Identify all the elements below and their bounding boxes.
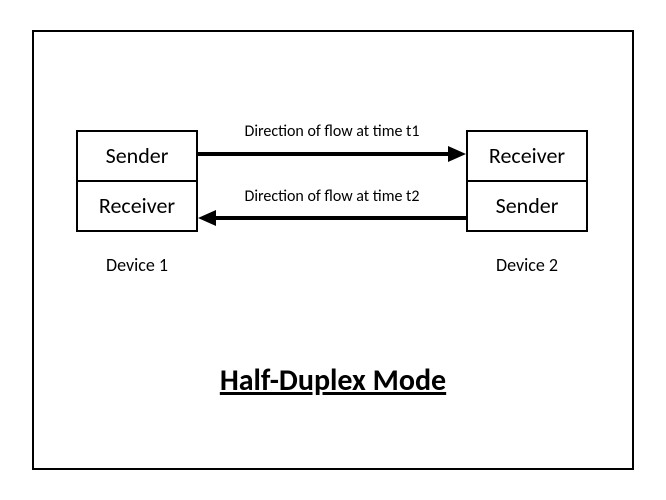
device1-top-cell: Sender	[76, 130, 198, 182]
device1-bottom-role: Receiver	[99, 195, 175, 217]
device2-bottom-role: Sender	[496, 195, 559, 217]
device2-top-cell: Receiver	[466, 130, 588, 182]
device1-bottom-cell: Receiver	[76, 180, 198, 232]
device2-top-role: Receiver	[489, 145, 565, 167]
flow-label-t1: Direction of flow at time t1	[198, 122, 466, 141]
diagram-title: Half-Duplex Mode	[34, 362, 632, 399]
device1-label: Device 1	[76, 254, 198, 276]
device2-label: Device 2	[466, 254, 588, 276]
device2-bottom-cell: Sender	[466, 180, 588, 232]
flow-label-t2: Direction of flow at time t2	[198, 187, 466, 206]
arrow-right-icon	[198, 144, 466, 164]
arrow-left-icon	[198, 208, 466, 228]
device1-top-role: Sender	[106, 145, 169, 167]
diagram-frame: Sender Receiver Receiver Sender Device 1…	[32, 30, 634, 470]
